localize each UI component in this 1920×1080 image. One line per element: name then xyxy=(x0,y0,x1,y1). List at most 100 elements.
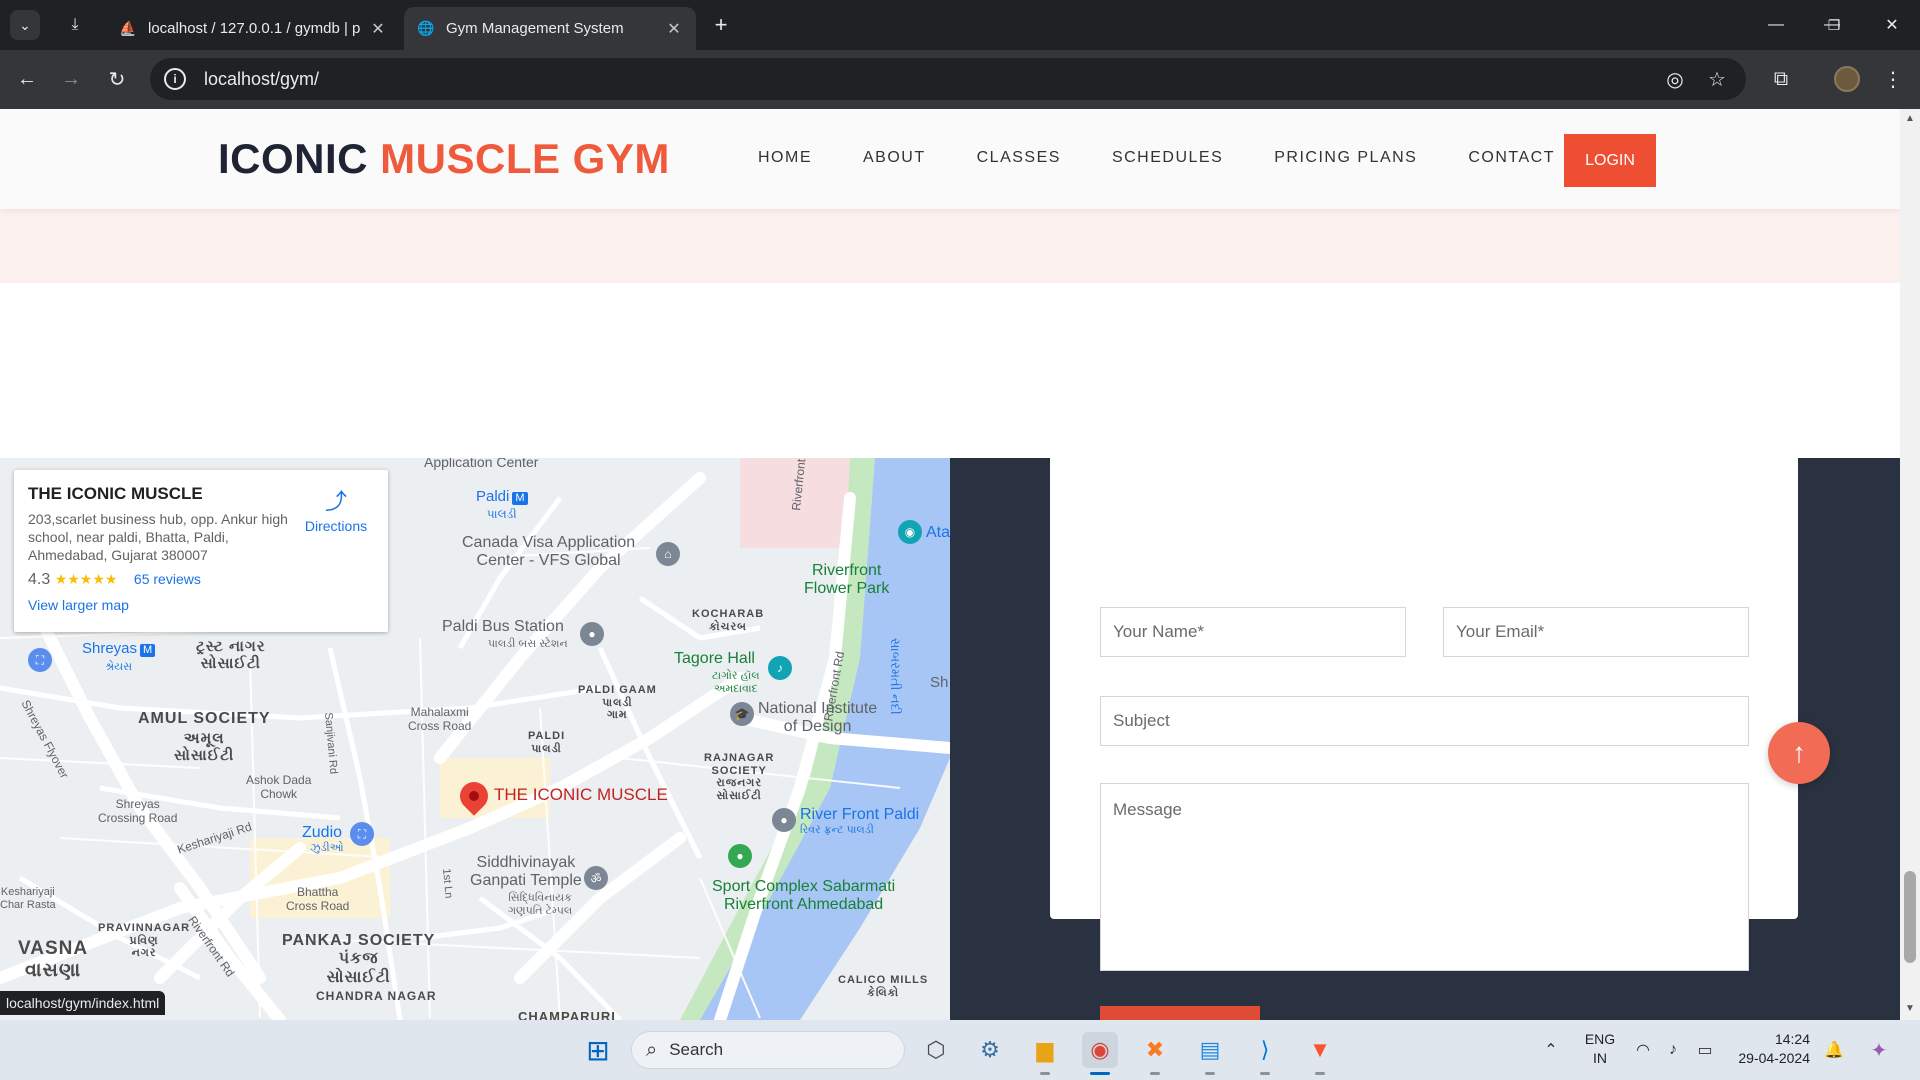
nav-about[interactable]: ABOUT xyxy=(863,149,926,167)
clock[interactable]: 14:24 29-04-2024 xyxy=(1722,1030,1810,1068)
close-window-button[interactable]: ✕ xyxy=(1872,8,1912,42)
nav-schedules[interactable]: SCHEDULES xyxy=(1112,149,1223,167)
site-info-icon[interactable]: i xyxy=(164,68,186,90)
back-to-top-arrow-icon[interactable]: ↑ xyxy=(1768,722,1830,784)
tab-search-button[interactable]: ⌄ xyxy=(10,10,40,40)
map-label-paldi-bus-station: Paldi Bus Station xyxy=(442,618,564,635)
windows-taskbar: ⊞ ⌕ Search ⬡ ⚙ ▆ ◉ ✖ ▤ ⟩ ▼ ⌃ ENG IN ◠ ♪ … xyxy=(0,1020,1920,1080)
map-label-river-front-paldi-guj: રિવર ફ્રન્ટ પાલડી xyxy=(800,824,874,836)
tab-title: Gym Management System xyxy=(446,20,624,37)
active-indicator xyxy=(1090,1072,1110,1075)
google-map-embed[interactable]: Application Center Paldi M પાલડી Canada Vi… xyxy=(0,458,950,1020)
camera-poi-icon[interactable]: ◉ xyxy=(898,520,922,544)
school-poi-icon[interactable]: 🎓 xyxy=(730,702,754,726)
xampp-icon[interactable]: ✖ xyxy=(1137,1032,1173,1068)
music-venue-poi-icon[interactable]: ♪ xyxy=(768,656,792,680)
site-logo[interactable]: ICONIC MUSCLE GYM xyxy=(218,135,670,183)
bookmark-star-icon[interactable]: ☆ xyxy=(1702,64,1732,94)
restore-button[interactable]: ❐ xyxy=(1814,8,1854,42)
park-poi-icon[interactable]: ● xyxy=(772,808,796,832)
subject-input[interactable]: Subject xyxy=(1100,696,1749,746)
map-label-sabarmati-river: સાબરમતી નદી xyxy=(888,638,903,715)
battery-icon[interactable]: ▭ xyxy=(1692,1032,1718,1068)
page-scrollbar[interactable]: ▲ ▼ xyxy=(1900,109,1920,1020)
map-label-nid: National Institute of Design xyxy=(758,700,878,736)
map-label-vasna: VASNA વાસણા xyxy=(18,938,89,981)
nav-classes[interactable]: CLASSES xyxy=(977,149,1061,167)
map-label-shreyas-crossing: Shreyas Crossing Road xyxy=(98,797,178,825)
pin-center xyxy=(469,791,479,801)
notification-bell-icon[interactable]: 🔔 xyxy=(1820,1032,1848,1068)
map-label-trust-nagar: ટ્રસ્ટ નાગર સોસાઈટી xyxy=(196,638,266,673)
message-textarea[interactable]: Message xyxy=(1100,783,1749,971)
shopping-bag-poi-icon[interactable]: ⛶ xyxy=(350,822,374,846)
name-input[interactable]: Your Name* xyxy=(1100,607,1406,657)
nav-home[interactable]: HOME xyxy=(758,149,812,167)
address-bar[interactable]: i localhost/gym/ xyxy=(150,58,1746,100)
eye-off-icon[interactable]: ◎ xyxy=(1660,64,1690,94)
tab-phpmyadmin[interactable]: ⛵ localhost / 127.0.0.1 / gymdb | p ✕ xyxy=(106,7,400,50)
bank-poi-icon[interactable]: ⌂ xyxy=(656,542,680,566)
browser-tab-strip: ⌄ ⤓ ⛵ localhost / 127.0.0.1 / gymdb | p … xyxy=(0,0,1920,50)
back-icon[interactable]: ← xyxy=(12,64,42,94)
task-view-icon[interactable]: ⬡ xyxy=(918,1032,954,1068)
notepad-icon[interactable]: ▤ xyxy=(1192,1032,1228,1068)
show-hidden-icons-chevron-icon[interactable]: ⌃ xyxy=(1536,1032,1566,1068)
running-indicator xyxy=(1205,1072,1215,1075)
nav-contact[interactable]: CONTACT xyxy=(1468,149,1555,167)
map-label-paldi-bus-guj: પાલડી બસ સ્ટેશન xyxy=(488,638,568,650)
map-label-amul-society: AMUL SOCIETY xyxy=(138,710,271,727)
scrollbar-thumb[interactable] xyxy=(1904,871,1916,963)
brave-browser-icon[interactable]: ▼ xyxy=(1302,1032,1338,1068)
map-place-card: THE ICONIC MUSCLE 203,scarlet business h… xyxy=(14,470,388,632)
forward-icon[interactable]: → xyxy=(56,64,86,94)
send-message-button[interactable] xyxy=(1100,1006,1260,1020)
windows-start-icon[interactable]: ⊞ xyxy=(580,1032,616,1068)
minimize-button[interactable]: — xyxy=(1756,8,1796,42)
map-label-sport-complex: Sport Complex Sabarmati Riverfront Ahmed… xyxy=(712,878,896,914)
nav-pricing-plans[interactable]: PRICING PLANS xyxy=(1274,149,1417,167)
menu-kebab-icon[interactable]: ⋮ xyxy=(1878,64,1908,94)
browser-toolbar: ← → ↻ i localhost/gym/ ◎ ☆ ⧉ ⋮ xyxy=(0,50,1920,109)
bus-station-poi-icon[interactable]: ● xyxy=(580,622,604,646)
running-indicator xyxy=(1150,1072,1160,1075)
directions-button[interactable]: ⤴ Directions xyxy=(298,484,374,534)
email-input[interactable]: Your Email* xyxy=(1443,607,1749,657)
directions-label: Directions xyxy=(304,518,368,534)
rating-value: 4.3 xyxy=(28,570,51,588)
settings-gear-icon[interactable]: ⚙ xyxy=(972,1032,1008,1068)
scroll-down-arrow-icon[interactable]: ▼ xyxy=(1905,1003,1915,1014)
view-larger-map-link[interactable]: View larger map xyxy=(28,597,374,613)
rating-stars-icon: ★★★★★ xyxy=(54,570,118,587)
close-tab-icon[interactable]: ✕ xyxy=(664,19,684,39)
map-label-mahalaxmi: Mahalaxmi Cross Road xyxy=(408,705,472,733)
volume-icon[interactable]: ♪ xyxy=(1660,1032,1686,1068)
reload-icon[interactable]: ↻ xyxy=(102,64,132,94)
place-address: 203,scarlet business hub, opp. Ankur hig… xyxy=(28,511,288,564)
copilot-icon[interactable]: ✦ xyxy=(1862,1032,1896,1068)
taskbar-search-box[interactable]: ⌕ Search xyxy=(631,1031,905,1069)
reviews-link[interactable]: 65 reviews xyxy=(134,571,201,587)
wifi-icon[interactable]: ◠ xyxy=(1630,1032,1656,1068)
new-tab-button[interactable]: + xyxy=(708,12,734,38)
running-indicator xyxy=(1040,1072,1050,1075)
chrome-icon[interactable]: ◉ xyxy=(1082,1032,1118,1068)
map-label-shreyas: Shreyas M શ્રેયસ xyxy=(82,640,156,675)
language-indicator[interactable]: ENG IN xyxy=(1582,1030,1618,1068)
map-label-siddhivinayak: Siddhivinayak Ganpati Temple xyxy=(470,854,582,890)
map-label-gym-pin[interactable]: THE ICONIC MUSCLE xyxy=(494,785,668,805)
sports-poi-icon[interactable]: ● xyxy=(728,844,752,868)
file-explorer-icon[interactable]: ▆ xyxy=(1027,1032,1063,1068)
temple-poi-icon[interactable]: ॐ xyxy=(584,866,608,890)
login-button[interactable]: LOGIN xyxy=(1564,134,1656,187)
vscode-icon[interactable]: ⟩ xyxy=(1247,1032,1283,1068)
profile-avatar[interactable] xyxy=(1834,66,1860,92)
tab-gym-management[interactable]: 🌐 Gym Management System ✕ xyxy=(404,7,696,50)
download-icon[interactable]: ⤓ xyxy=(62,12,88,38)
map-label-ata: Ata xyxy=(926,524,950,541)
extensions-icon[interactable]: ⧉ xyxy=(1766,64,1796,94)
shopping-poi-icon[interactable]: ⛶ xyxy=(28,648,52,672)
close-tab-icon[interactable]: ✕ xyxy=(368,19,388,39)
scroll-up-arrow-icon[interactable]: ▲ xyxy=(1905,113,1915,124)
main-nav: HOME ABOUT CLASSES SCHEDULES PRICING PLA… xyxy=(758,149,1606,167)
